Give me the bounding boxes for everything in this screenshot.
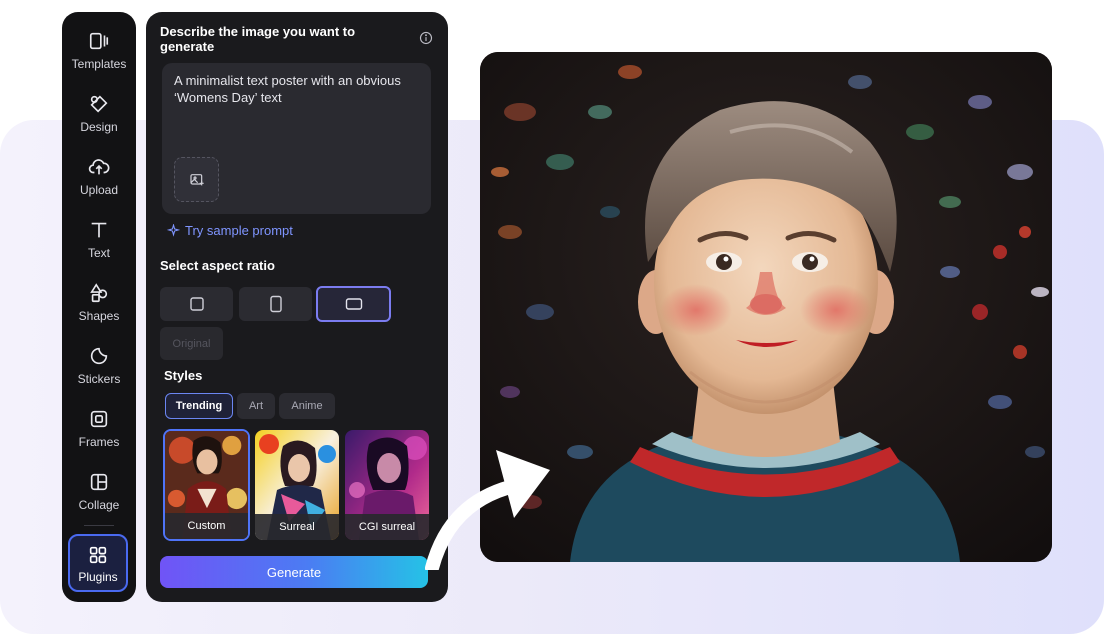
text-icon bbox=[91, 222, 107, 238]
shapes-icon bbox=[90, 283, 108, 303]
style-card-custom[interactable]: Custom bbox=[163, 429, 250, 541]
style-card-label: Custom bbox=[165, 513, 248, 539]
sidebar-item-label: Upload bbox=[79, 183, 119, 197]
style-card-surreal[interactable]: Surreal bbox=[255, 430, 339, 540]
sample-prompt-label: Try sample prompt bbox=[185, 223, 293, 238]
templates-icon bbox=[89, 32, 109, 50]
sidebar-item-label: Text bbox=[87, 246, 110, 260]
sparkle-icon bbox=[167, 224, 180, 237]
frames-icon bbox=[90, 410, 108, 428]
plugins-icon bbox=[89, 546, 107, 564]
prompt-input[interactable]: A minimalist text poster with an obvious… bbox=[162, 63, 431, 214]
landscape-ratio-icon bbox=[345, 298, 362, 310]
info-icon[interactable] bbox=[419, 31, 433, 45]
sidebar-item-label: Templates bbox=[71, 57, 127, 71]
ai-generator-panel: Describe the image you want to generate … bbox=[146, 12, 448, 602]
sidebar-item-label: Frames bbox=[78, 435, 120, 449]
add-image-button[interactable] bbox=[174, 157, 219, 202]
collage-icon bbox=[90, 473, 108, 491]
tab-anime[interactable]: Anime bbox=[279, 393, 335, 419]
sidebar-item-design[interactable]: Design bbox=[62, 91, 136, 149]
sidebar-item-frames[interactable]: Frames bbox=[62, 406, 136, 464]
portrait-ratio-icon bbox=[269, 295, 282, 313]
design-icon bbox=[90, 95, 108, 113]
sidebar-item-templates[interactable]: Templates bbox=[62, 28, 136, 86]
sidebar-item-shapes[interactable]: Shapes bbox=[62, 280, 136, 338]
try-sample-prompt-link[interactable]: Try sample prompt bbox=[167, 223, 293, 238]
square-ratio-icon bbox=[189, 297, 204, 311]
sidebar-item-label: Design bbox=[80, 120, 118, 134]
aspect-ratio-label: Select aspect ratio bbox=[160, 258, 275, 273]
sidebar-item-label: Stickers bbox=[77, 372, 121, 386]
style-card-label: Surreal bbox=[255, 514, 339, 540]
sidebar-item-plugins[interactable]: Plugins bbox=[68, 534, 128, 592]
stickers-icon bbox=[90, 347, 108, 365]
sidebar-item-label: Collage bbox=[78, 498, 120, 512]
aspect-ratio-original-button[interactable]: Original bbox=[160, 327, 223, 360]
generate-button[interactable]: Generate bbox=[160, 556, 428, 588]
tab-art[interactable]: Art bbox=[237, 393, 275, 419]
upload-icon bbox=[88, 159, 110, 175]
sidebar-divider bbox=[84, 525, 114, 526]
aspect-ratio-portrait-button[interactable] bbox=[239, 287, 312, 321]
sidebar-item-upload[interactable]: Upload bbox=[62, 154, 136, 212]
panel-title: Describe the image you want to generate bbox=[160, 24, 356, 54]
sidebar-item-label: Plugins bbox=[78, 570, 118, 584]
prompt-text[interactable]: A minimalist text poster with an obvious… bbox=[174, 72, 422, 106]
sidebar-item-text[interactable]: Text bbox=[62, 217, 136, 275]
aspect-ratio-square-button[interactable] bbox=[160, 287, 233, 321]
sidebar-item-label: Shapes bbox=[78, 309, 120, 323]
add-image-icon bbox=[189, 173, 204, 185]
aspect-ratio-landscape-button[interactable] bbox=[316, 286, 391, 322]
styles-label: Styles bbox=[164, 368, 203, 383]
sidebar-item-stickers[interactable]: Stickers bbox=[62, 343, 136, 401]
sidebar-item-collage[interactable]: Collage bbox=[62, 469, 136, 527]
tab-trending[interactable]: Trending bbox=[165, 393, 233, 419]
left-sidebar: Templates Design Upload Text Shapes Stic… bbox=[62, 12, 136, 602]
curved-arrow-icon bbox=[425, 450, 550, 570]
